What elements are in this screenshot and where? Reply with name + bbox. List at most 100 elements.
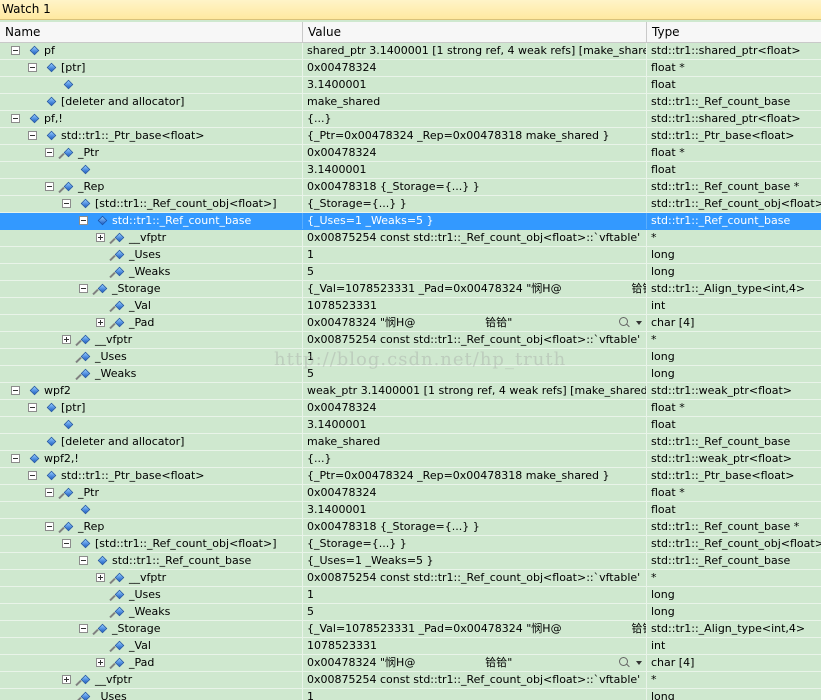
watch-row[interactable]: [deleter and allocator] make_shared std::t…	[0, 434, 821, 451]
value-cell[interactable]: 3.1400001	[303, 77, 646, 93]
watch-row[interactable]: _Val 1078523331 int	[0, 638, 821, 655]
watch-row[interactable]: [ptr] 0x00478324 float *	[0, 400, 821, 417]
collapse-icon[interactable]	[28, 131, 37, 140]
visualizer-dropdown-icon[interactable]	[636, 321, 642, 325]
collapse-icon[interactable]	[28, 63, 37, 72]
watch-row[interactable]: pf shared_ptr 3.1400001 [1 strong ref, 4 …	[0, 43, 821, 60]
watch-row[interactable]: std::tr1::_Ptr_base<float> {_Ptr=0x004783…	[0, 468, 821, 485]
watch-row[interactable]: _Val 1078523331 int	[0, 298, 821, 315]
watch-row[interactable]: _Weaks 5 long	[0, 366, 821, 383]
collapse-icon[interactable]	[11, 386, 20, 395]
watch-row[interactable]: _Storage {_Val=1078523331 _Pad=0x00478324…	[0, 621, 821, 638]
collapse-icon[interactable]	[11, 46, 20, 55]
expand-icon[interactable]	[62, 335, 71, 344]
collapse-icon[interactable]	[79, 216, 88, 225]
value-cell[interactable]: 3.1400001	[303, 162, 646, 178]
collapse-icon[interactable]	[11, 454, 20, 463]
value-cell[interactable]: {_Uses=1 _Weaks=5 }	[303, 553, 646, 569]
magnifier-icon[interactable]	[619, 657, 628, 666]
collapse-icon[interactable]	[11, 114, 20, 123]
watch-row[interactable]: _Uses 1 long	[0, 587, 821, 604]
watch-row[interactable]: __vfptr 0x00875254 const std::tr1::_Ref_c…	[0, 332, 821, 349]
value-cell[interactable]: {...}	[303, 111, 646, 127]
watch-tree[interactable]: pf shared_ptr 3.1400001 [1 strong ref, 4 …	[0, 43, 821, 700]
value-cell[interactable]: {_Ptr=0x00478324 _Rep=0x00478318 make_sh…	[303, 468, 646, 484]
value-cell[interactable]: 1	[303, 689, 646, 700]
expand-icon[interactable]	[96, 233, 105, 242]
expand-icon[interactable]	[96, 658, 105, 667]
expand-icon[interactable]	[96, 573, 105, 582]
watch-row[interactable]: [ptr] 0x00478324 float *	[0, 60, 821, 77]
value-cell[interactable]: 0x00478324 "悯H@ 铪铪"	[303, 655, 646, 671]
watch-row[interactable]: [deleter and allocator] make_shared std::t…	[0, 94, 821, 111]
value-cell[interactable]: {_Ptr=0x00478324 _Rep=0x00478318 make_sh…	[303, 128, 646, 144]
watch-row[interactable]: _Uses 1 long	[0, 247, 821, 264]
value-cell[interactable]: 0x00478324	[303, 485, 646, 501]
watch-row[interactable]: std::tr1::_Ref_count_base {_Uses=1 _Weaks…	[0, 553, 821, 570]
value-cell[interactable]: 1	[303, 247, 646, 263]
watch-row[interactable]: __vfptr 0x00875254 const std::tr1::_Ref_c…	[0, 570, 821, 587]
value-cell[interactable]: 1	[303, 587, 646, 603]
watch-row[interactable]: _Rep 0x00478318 {_Storage={...} } std::tr1…	[0, 519, 821, 536]
watch-row[interactable]: _Uses 1 long	[0, 349, 821, 366]
value-cell[interactable]: 0x00478324	[303, 145, 646, 161]
value-cell[interactable]: weak_ptr 3.1400001 [1 strong ref, 4 weak…	[303, 383, 646, 399]
value-cell[interactable]: 0x00478324 "悯H@ 铪铪"	[303, 315, 646, 331]
value-cell[interactable]: {_Storage={...} }	[303, 196, 646, 212]
value-cell[interactable]: {_Storage={...} }	[303, 536, 646, 552]
collapse-icon[interactable]	[28, 471, 37, 480]
collapse-icon[interactable]	[79, 624, 88, 633]
watch-row[interactable]: pf,! {...} std::tr1::shared_ptr<float>	[0, 111, 821, 128]
value-cell[interactable]: {_Val=1078523331 _Pad=0x00478324 "悯H@ 铪铪…	[303, 621, 646, 637]
watch-row[interactable]: _Weaks 5 long	[0, 264, 821, 281]
value-cell[interactable]: 5	[303, 264, 646, 280]
expand-icon[interactable]	[96, 318, 105, 327]
value-cell[interactable]: 0x00875254 const std::tr1::_Ref_count_ob…	[303, 672, 646, 688]
column-header-type[interactable]: Type	[647, 22, 821, 42]
collapse-icon[interactable]	[28, 403, 37, 412]
watch-row[interactable]: [std::tr1::_Ref_count_obj<float>] {_Stora…	[0, 196, 821, 213]
column-header-name[interactable]: Name	[0, 22, 303, 42]
watch-row[interactable]: _Weaks 5 long	[0, 604, 821, 621]
watch-row[interactable]: 3.1400001 float	[0, 162, 821, 179]
expand-icon[interactable]	[62, 675, 71, 684]
value-cell[interactable]: 1078523331	[303, 298, 646, 314]
watch-row[interactable]: wpf2,! {...} std::tr1::weak_ptr<float>	[0, 451, 821, 468]
watch-row[interactable]: __vfptr 0x00875254 const std::tr1::_Ref_c…	[0, 672, 821, 689]
value-cell[interactable]: 0x00478324	[303, 60, 646, 76]
watch-row[interactable]: 3.1400001 float	[0, 77, 821, 94]
visualizer-dropdown-icon[interactable]	[636, 661, 642, 665]
watch-row[interactable]: std::tr1::_Ref_count_base {_Uses=1 _Weaks…	[0, 213, 821, 230]
watch-row[interactable]: _Uses 1 long	[0, 689, 821, 700]
value-cell[interactable]: 0x00875254 const std::tr1::_Ref_count_ob…	[303, 570, 646, 586]
value-cell[interactable]: make_shared	[303, 94, 646, 110]
value-cell[interactable]: 0x00478318 {_Storage={...} }	[303, 179, 646, 195]
value-cell[interactable]: 0x00478318 {_Storage={...} }	[303, 519, 646, 535]
value-cell[interactable]: {_Val=1078523331 _Pad=0x00478324 "悯H@ 铪铪…	[303, 281, 646, 297]
watch-row[interactable]: _Ptr 0x00478324 float *	[0, 485, 821, 502]
value-cell[interactable]: 5	[303, 604, 646, 620]
value-cell[interactable]: 3.1400001	[303, 417, 646, 433]
collapse-icon[interactable]	[45, 148, 54, 157]
watch-row[interactable]: [std::tr1::_Ref_count_obj<float>] {_Stora…	[0, 536, 821, 553]
collapse-icon[interactable]	[79, 284, 88, 293]
watch-row[interactable]: __vfptr 0x00875254 const std::tr1::_Ref_c…	[0, 230, 821, 247]
value-cell[interactable]: 0x00478324	[303, 400, 646, 416]
value-cell[interactable]: {...}	[303, 451, 646, 467]
watch-row[interactable]: std::tr1::_Ptr_base<float> {_Ptr=0x004783…	[0, 128, 821, 145]
watch-row[interactable]: wpf2 weak_ptr 3.1400001 [1 strong ref, 4 …	[0, 383, 821, 400]
watch-row[interactable]: 3.1400001 float	[0, 502, 821, 519]
collapse-icon[interactable]	[45, 522, 54, 531]
value-cell[interactable]: make_shared	[303, 434, 646, 450]
magnifier-icon[interactable]	[619, 317, 628, 326]
value-cell[interactable]: 5	[303, 366, 646, 382]
value-cell[interactable]: 0x00875254 const std::tr1::_Ref_count_ob…	[303, 332, 646, 348]
collapse-icon[interactable]	[79, 556, 88, 565]
collapse-icon[interactable]	[62, 539, 71, 548]
column-header-value[interactable]: Value	[303, 22, 647, 42]
watch-row[interactable]: _Rep 0x00478318 {_Storage={...} } std::tr1…	[0, 179, 821, 196]
value-cell[interactable]: 1078523331	[303, 638, 646, 654]
watch-row[interactable]: _Pad 0x00478324 "悯H@ 铪铪" char [4]	[0, 315, 821, 332]
value-cell[interactable]: 1	[303, 349, 646, 365]
watch-row[interactable]: _Ptr 0x00478324 float *	[0, 145, 821, 162]
